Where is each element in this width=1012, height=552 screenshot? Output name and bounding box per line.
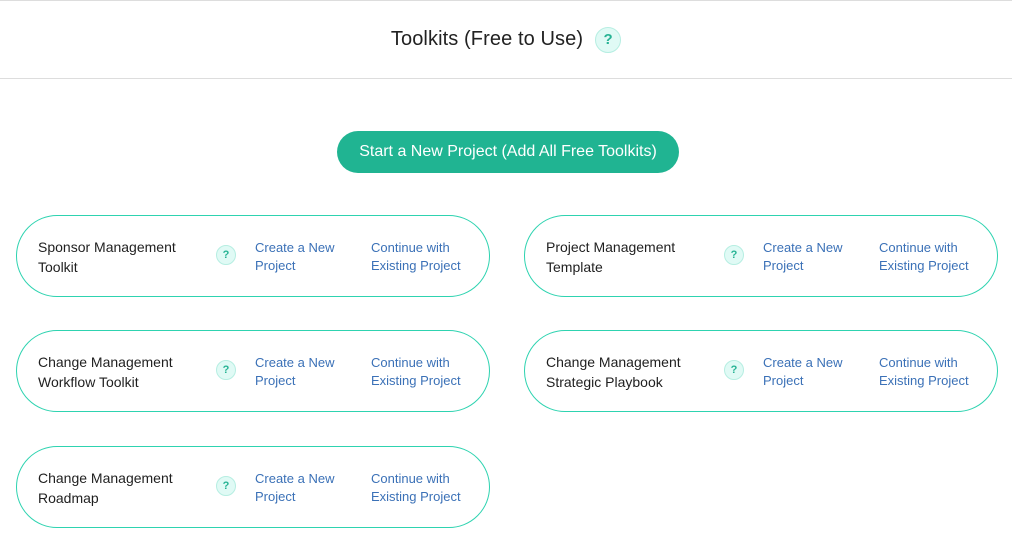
continue-existing-project-link[interactable]: Continue with Existing Project: [879, 239, 989, 275]
continue-existing-project-link[interactable]: Continue with Existing Project: [371, 239, 481, 275]
continue-existing-project-link[interactable]: Continue with Existing Project: [371, 354, 481, 390]
create-new-project-link[interactable]: Create a New Project: [255, 354, 355, 390]
create-new-project-link[interactable]: Create a New Project: [763, 354, 863, 390]
help-icon[interactable]: ?: [216, 360, 236, 380]
page-title: Toolkits (Free to Use): [390, 28, 584, 50]
help-icon[interactable]: ?: [216, 476, 236, 496]
toolkit-card-change-management-playbook: Change Management Strategic Playbook ? C…: [524, 330, 998, 412]
toolkit-title: Change Management Strategic Playbook: [546, 354, 681, 390]
help-icon[interactable]: ?: [216, 245, 236, 265]
toolkit-title: Change Management Workflow Toolkit: [38, 354, 173, 390]
create-new-project-link[interactable]: Create a New Project: [255, 239, 355, 275]
create-new-project-link[interactable]: Create a New Project: [763, 239, 863, 275]
create-new-project-link[interactable]: Create a New Project: [255, 470, 355, 506]
continue-existing-project-link[interactable]: Continue with Existing Project: [371, 470, 481, 506]
start-new-project-button[interactable]: Start a New Project (Add All Free Toolki…: [337, 131, 679, 173]
toolkit-card-sponsor-management: Sponsor Management Toolkit ? Create a Ne…: [16, 215, 490, 297]
help-icon[interactable]: ?: [724, 360, 744, 380]
toolkit-title: Change Management Roadmap: [38, 470, 173, 506]
toolkit-card-change-management-workflow: Change Management Workflow Toolkit ? Cre…: [16, 330, 490, 412]
page-header: Toolkits (Free to Use) ?: [0, 1, 1012, 79]
continue-existing-project-link[interactable]: Continue with Existing Project: [879, 354, 989, 390]
help-icon[interactable]: ?: [724, 245, 744, 265]
toolkit-title: Project Management Template: [546, 239, 676, 275]
toolkit-title: Sponsor Management Toolkit: [38, 239, 176, 275]
help-icon[interactable]: ?: [595, 26, 622, 53]
toolkit-card-change-management-roadmap: Change Management Roadmap ? Create a New…: [16, 446, 490, 528]
toolkit-card-project-management: Project Management Template ? Create a N…: [524, 215, 998, 297]
